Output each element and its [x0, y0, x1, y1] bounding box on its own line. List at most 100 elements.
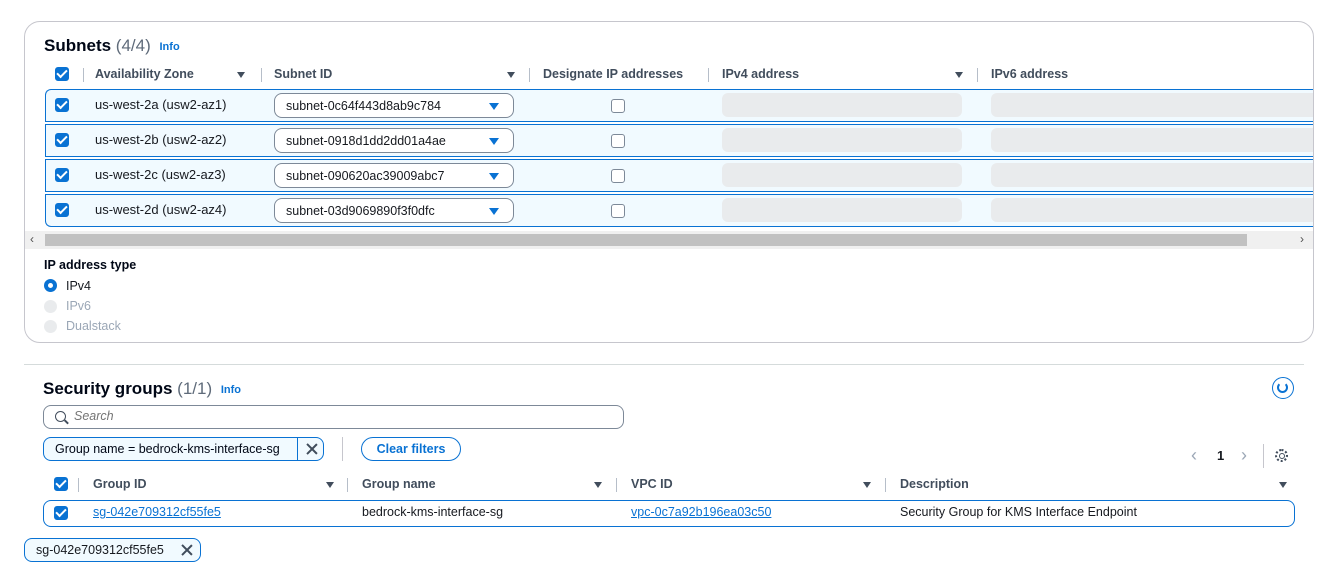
column-separator	[347, 478, 348, 492]
group-description: Security Group for KMS Interface Endpoin…	[900, 505, 1137, 519]
horizontal-scrollbar[interactable]: ‹ ›	[25, 231, 1313, 249]
subnets-count: (4/4)	[115, 36, 151, 55]
column-separator	[83, 68, 84, 82]
gear-icon[interactable]	[1275, 449, 1288, 462]
designate-ip-checkbox[interactable]	[611, 99, 625, 113]
column-header-subnet-id[interactable]: Subnet ID	[274, 67, 332, 81]
caret-down-icon	[489, 138, 499, 145]
vpc-id-link[interactable]: vpc-0c7a92b196ea03c50	[631, 505, 771, 519]
search-icon	[55, 411, 66, 422]
subnet-id-select[interactable]: subnet-0c64f443d8ab9c784	[274, 93, 514, 118]
subnet-az: us-west-2d (usw2-az4)	[95, 202, 227, 217]
sort-subnet-id-icon[interactable]	[507, 72, 515, 78]
ipv4-address-placeholder	[722, 93, 962, 117]
filter-token-label: Group name = bedrock-kms-interface-sg	[55, 442, 280, 456]
subnets-panel: Subnets (4/4) Info Availability Zone Sub…	[24, 21, 1314, 343]
subnet-row-checkbox[interactable]	[55, 133, 69, 147]
caret-down-icon	[489, 208, 499, 215]
column-separator	[885, 478, 886, 492]
sort-description-icon[interactable]	[1279, 482, 1287, 488]
radio-label-dualstack: Dualstack	[66, 319, 121, 333]
column-separator	[529, 68, 530, 82]
column-header-ipv6-address: IPv6 address	[991, 67, 1069, 81]
group-name: bedrock-kms-interface-sg	[362, 505, 504, 519]
current-page-number[interactable]: 1	[1217, 448, 1224, 463]
column-header-availability-zone[interactable]: Availability Zone	[95, 67, 194, 81]
select-all-subnets-checkbox[interactable]	[55, 67, 69, 81]
vertical-separator	[1263, 444, 1264, 468]
select-all-groups-checkbox[interactable]	[54, 477, 68, 491]
ipv4-address-placeholder	[722, 128, 962, 152]
subnet-row-checkbox[interactable]	[55, 203, 69, 217]
column-header-vpc-id[interactable]: VPC ID	[631, 477, 673, 491]
security-groups-panel: Security groups (1/1) Info Group name = …	[24, 365, 1314, 531]
sort-ipv4-icon[interactable]	[955, 72, 963, 78]
subnet-row-checkbox[interactable]	[55, 168, 69, 182]
vertical-separator	[342, 437, 343, 461]
ipv4-address-placeholder	[722, 163, 962, 187]
selected-security-group-chip: sg-042e709312cf55fe5	[24, 538, 201, 562]
column-header-description[interactable]: Description	[900, 477, 969, 491]
subnets-heading: Subnets (4/4) Info	[44, 36, 180, 56]
column-separator	[616, 478, 617, 492]
security-groups-title: Security groups	[43, 379, 173, 398]
ipv6-address-placeholder	[991, 93, 1313, 117]
sort-vpc-id-icon[interactable]	[863, 482, 871, 488]
column-separator	[977, 68, 978, 82]
designate-ip-checkbox[interactable]	[611, 169, 625, 183]
scroll-left-icon[interactable]: ‹	[30, 232, 34, 246]
radio-ipv4[interactable]	[44, 279, 57, 292]
selected-security-group-label: sg-042e709312cf55fe5	[36, 543, 164, 557]
security-group-row-checkbox[interactable]	[54, 506, 68, 520]
designate-ip-checkbox[interactable]	[611, 204, 625, 218]
refresh-button[interactable]	[1272, 377, 1294, 399]
radio-ipv6	[44, 300, 57, 313]
designate-ip-checkbox[interactable]	[611, 134, 625, 148]
column-header-group-name[interactable]: Group name	[362, 477, 436, 491]
radio-dualstack	[44, 320, 57, 333]
column-separator	[261, 68, 262, 82]
subnet-id-value: subnet-090620ac39009abc7	[286, 169, 445, 183]
subnet-id-select[interactable]: subnet-03d9069890f3f0dfc	[274, 198, 514, 223]
remove-selection-icon[interactable]	[181, 544, 193, 556]
group-id-link[interactable]: sg-042e709312cf55fe5	[93, 505, 221, 519]
security-groups-count: (1/1)	[177, 379, 213, 398]
security-groups-heading: Security groups (1/1) Info	[43, 379, 241, 399]
sort-az-icon[interactable]	[237, 72, 245, 78]
subnet-id-select[interactable]: subnet-090620ac39009abc7	[274, 163, 514, 188]
subnet-id-value: subnet-03d9069890f3f0dfc	[286, 204, 435, 218]
ipv6-address-placeholder	[991, 198, 1313, 222]
scrollbar-thumb[interactable]	[45, 234, 1247, 246]
sort-group-id-icon[interactable]	[326, 482, 334, 488]
caret-down-icon	[489, 103, 499, 110]
subnet-id-select[interactable]: subnet-0918d1dd2dd01a4ae	[274, 128, 514, 153]
column-separator	[708, 68, 709, 82]
subnets-info-link[interactable]: Info	[160, 41, 180, 53]
next-page-icon[interactable]: ›	[1241, 445, 1247, 466]
subnet-az: us-west-2a (usw2-az1)	[95, 97, 227, 112]
previous-page-icon[interactable]: ‹	[1191, 445, 1197, 466]
clear-filters-button[interactable]: Clear filters	[361, 437, 461, 461]
radio-label-ipv6: IPv6	[66, 299, 92, 313]
search-input[interactable]	[74, 409, 614, 423]
column-header-group-id[interactable]: Group ID	[93, 477, 146, 491]
filter-token: Group name = bedrock-kms-interface-sg	[43, 437, 324, 461]
column-header-ipv4-address[interactable]: IPv4 address	[722, 67, 799, 81]
sort-group-name-icon[interactable]	[594, 482, 602, 488]
search-field[interactable]	[43, 405, 624, 429]
security-groups-info-link[interactable]: Info	[221, 384, 241, 396]
column-separator	[78, 478, 79, 492]
subnet-az: us-west-2b (usw2-az2)	[95, 132, 227, 147]
subnet-az: us-west-2c (usw2-az3)	[95, 167, 226, 182]
subnet-id-value: subnet-0c64f443d8ab9c784	[286, 99, 441, 113]
scroll-right-icon[interactable]: ›	[1300, 232, 1304, 246]
subnet-id-value: subnet-0918d1dd2dd01a4ae	[286, 134, 446, 148]
radio-label-ipv4[interactable]: IPv4	[66, 279, 91, 293]
subnets-title: Subnets	[44, 36, 112, 55]
subnet-row-checkbox[interactable]	[55, 98, 69, 112]
token-divider	[297, 438, 298, 460]
ipv6-address-placeholder	[991, 163, 1313, 187]
remove-filter-icon[interactable]	[306, 443, 318, 455]
refresh-icon	[1277, 382, 1288, 393]
ipv6-address-placeholder	[991, 128, 1313, 152]
